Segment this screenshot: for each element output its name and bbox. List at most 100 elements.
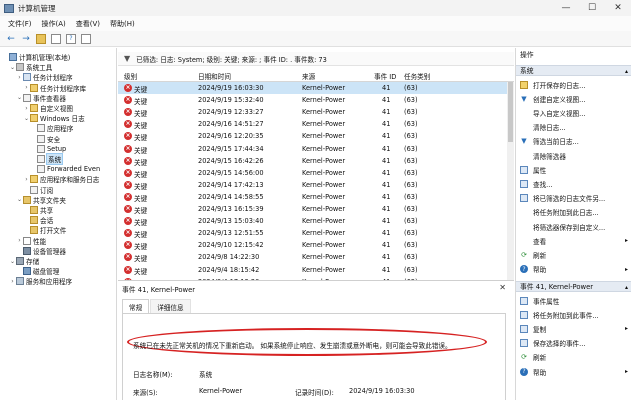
console-tree-icon[interactable] <box>51 33 61 44</box>
column-level[interactable]: 级别 <box>124 71 137 81</box>
tree-item[interactable]: 系统 <box>30 153 64 165</box>
tree-item[interactable]: › 任务计划程序 <box>16 72 73 82</box>
action-item[interactable]: 属性 <box>516 164 631 175</box>
column-event-id[interactable]: 事件 ID <box>374 71 396 81</box>
action-item[interactable]: 查看 ▸ <box>516 235 631 246</box>
table-row[interactable]: × 关键 2024/9/19 16:03:30 Kernel-Power 41 (63) <box>118 82 514 94</box>
event-grid-scrollbar[interactable] <box>507 82 514 304</box>
tree-item[interactable]: ⌄ 系统工具 <box>9 62 52 72</box>
action-item[interactable]: ⟳ 刷新 <box>516 249 631 260</box>
action-item[interactable]: 事件属性 <box>516 295 631 306</box>
action-item[interactable]: 导入自定义视图... <box>516 107 631 118</box>
action-item[interactable]: ▼ 筛选当前日志... <box>516 136 631 147</box>
menu-view[interactable]: 查看(V) <box>76 19 100 29</box>
action-item[interactable]: 将任务附加到此事件... <box>516 309 631 320</box>
minimize-button[interactable]: — <box>553 0 579 16</box>
expand-arrow-icon[interactable]: › <box>23 105 30 112</box>
action-item[interactable]: 复制 ▸ <box>516 323 631 334</box>
tree-item[interactable]: 计算机管理(本地) <box>2 52 70 62</box>
close-button[interactable]: ✕ <box>605 0 631 16</box>
tree-item[interactable]: › 任务计划程序库 <box>23 83 86 93</box>
action-item[interactable]: ? 帮助 ▸ <box>516 366 631 377</box>
maximize-button[interactable]: ☐ <box>579 0 605 16</box>
tree-item[interactable]: ⌄ 事件查看器 <box>16 93 66 103</box>
tree-item[interactable]: 磁盘管理 <box>16 266 59 276</box>
tree-item[interactable]: › 性能 <box>16 236 46 246</box>
table-row[interactable]: × 关键 2024/9/13 12:51:55 Kernel-Power 41 (63) <box>118 227 514 239</box>
action-item[interactable]: ▼ 创建自定义视图... <box>516 93 631 104</box>
expand-arrow-icon[interactable]: ⌄ <box>9 64 16 71</box>
tree-item[interactable]: › 自定义视图 <box>23 103 73 113</box>
expand-arrow-icon[interactable]: ⌄ <box>9 258 16 265</box>
table-row[interactable]: × 关键 2024/9/14 17:42:13 Kernel-Power 41 (63) <box>118 179 514 191</box>
actions-section-event[interactable]: 事件 41, Kernel-Power ▴ <box>516 281 631 292</box>
table-row[interactable]: × 关键 2024/9/13 16:15:39 Kernel-Power 41 (63) <box>118 203 514 215</box>
tab-details[interactable]: 详细信息 <box>150 299 191 313</box>
tree-item[interactable]: ⌄ 共享文件夹 <box>16 195 66 205</box>
table-row[interactable]: × 关键 2024/9/10 12:15:42 Kernel-Power 41 (63) <box>118 239 514 251</box>
action-item-label: 查看 <box>533 237 547 246</box>
tree-item[interactable]: 安全 <box>30 134 60 144</box>
expand-arrow-icon[interactable]: › <box>16 237 23 244</box>
show-hide-pane-icon[interactable] <box>81 33 91 44</box>
table-row[interactable]: × 关键 2024/9/15 14:56:00 Kernel-Power 41 (63) <box>118 167 514 179</box>
menu-help[interactable]: 帮助(H) <box>110 19 135 29</box>
table-row[interactable]: × 关键 2024/9/19 12:33:27 Kernel-Power 41 (63) <box>118 106 514 118</box>
table-row[interactable]: × 关键 2024/9/16 14:51:27 Kernel-Power 41 (63) <box>118 118 514 130</box>
forward-arrow-icon[interactable]: → <box>21 34 31 44</box>
expand-arrow-icon[interactable]: › <box>16 74 23 81</box>
table-row[interactable]: × 关键 2024/9/14 14:58:55 Kernel-Power 41 (63) <box>118 191 514 203</box>
tree-item[interactable]: Setup <box>30 144 66 154</box>
tree-item[interactable]: › 应用程序和服务日志 <box>23 174 99 184</box>
expand-arrow-icon[interactable]: › <box>23 176 30 183</box>
tree-item[interactable]: 设备管理器 <box>16 246 66 256</box>
expand-arrow-icon[interactable]: › <box>23 84 30 91</box>
table-row[interactable]: × 关键 2024/9/8 14:22:30 Kernel-Power 41 (63) <box>118 251 514 263</box>
action-item[interactable]: 打开保存的日志... <box>516 79 631 90</box>
action-item[interactable]: 保存选择的事件... <box>516 338 631 349</box>
action-item[interactable]: ? 帮助 ▸ <box>516 264 631 275</box>
column-task-category[interactable]: 任务类别 <box>404 71 430 81</box>
tree-item[interactable]: 打开文件 <box>23 225 66 235</box>
event-grid-header: 级别 日期和时间 来源 事件 ID 任务类别 <box>118 69 514 82</box>
table-row[interactable]: × 关键 2024/9/4 18:15:42 Kernel-Power 41 (63) <box>118 264 514 276</box>
action-item[interactable]: ⟳ 刷新 <box>516 352 631 363</box>
tree-item[interactable]: 共享 <box>23 205 53 215</box>
menu-file[interactable]: 文件(F) <box>8 19 32 29</box>
table-row[interactable]: × 关键 2024/9/19 15:32:40 Kernel-Power 41 (63) <box>118 94 514 106</box>
expand-arrow-icon[interactable]: ⌄ <box>16 196 23 203</box>
action-item[interactable]: 清除筛选器 <box>516 150 631 161</box>
table-row[interactable]: × 关键 2024/9/15 16:42:26 Kernel-Power 41 (63) <box>118 155 514 167</box>
scrollbar-thumb[interactable] <box>508 82 513 142</box>
column-source[interactable]: 来源 <box>302 71 315 81</box>
tree-item[interactable]: 订阅 <box>23 185 53 195</box>
detail-close-icon[interactable]: ✕ <box>499 283 506 292</box>
tab-general[interactable]: 常规 <box>122 299 150 313</box>
table-row[interactable]: × 关键 2024/9/15 17:44:34 Kernel-Power 41 (63) <box>118 143 514 155</box>
help-icon[interactable]: ? <box>66 33 76 44</box>
action-item[interactable]: 将筛选器保存到自定义... <box>516 221 631 232</box>
expand-arrow-icon[interactable]: ⌄ <box>16 94 23 101</box>
tree-item[interactable]: › 服务和应用程序 <box>9 276 72 286</box>
tree-item[interactable]: ⌄ Windows 日志 <box>23 113 85 123</box>
tree-item[interactable]: Forwarded Even <box>30 164 100 174</box>
collapse-chevron-icon[interactable]: ▴ <box>625 282 628 293</box>
tree-item[interactable]: 应用程序 <box>30 123 73 133</box>
table-row[interactable]: × 关键 2024/9/13 15:03:40 Kernel-Power 41 (63) <box>118 215 514 227</box>
tree-item[interactable]: 会话 <box>23 215 53 225</box>
expand-arrow-icon[interactable]: › <box>9 278 16 285</box>
folder-icon[interactable] <box>36 33 46 44</box>
action-item[interactable]: 清除日志... <box>516 122 631 133</box>
collapse-chevron-icon[interactable]: ▴ <box>625 66 628 77</box>
cell-level: 关键 <box>134 267 148 276</box>
action-item[interactable]: 将已筛选的日志文件另... <box>516 193 631 204</box>
expand-arrow-icon[interactable]: ⌄ <box>23 115 30 122</box>
tree-item[interactable]: ⌄ 存储 <box>9 256 39 266</box>
actions-section-system[interactable]: 系统 ▴ <box>516 65 631 76</box>
action-item[interactable]: 查找... <box>516 178 631 189</box>
table-row[interactable]: × 关键 2024/9/16 12:20:35 Kernel-Power 41 (63) <box>118 130 514 142</box>
back-arrow-icon[interactable]: ← <box>6 34 16 44</box>
action-item[interactable]: 将任务附加到此日志... <box>516 207 631 218</box>
menu-action[interactable]: 操作(A) <box>42 19 66 29</box>
column-datetime[interactable]: 日期和时间 <box>198 71 231 81</box>
